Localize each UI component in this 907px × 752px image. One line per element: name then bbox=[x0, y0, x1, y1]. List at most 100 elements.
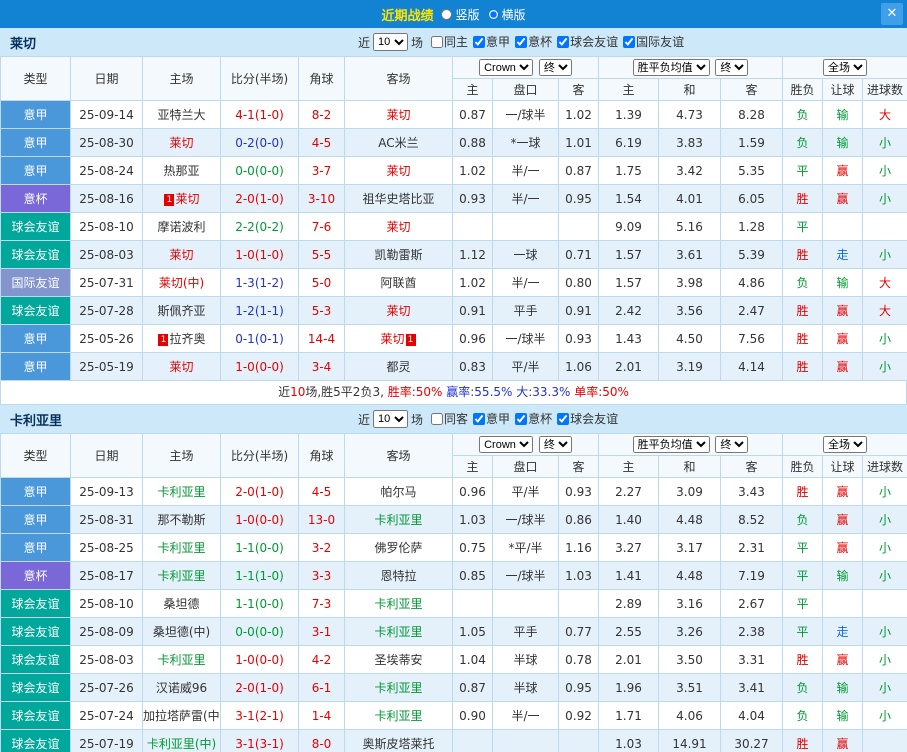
odds-time-select[interactable]: 终 bbox=[538, 59, 572, 76]
match-date: 25-07-24 bbox=[70, 701, 143, 730]
col-goals: 进球数 bbox=[862, 78, 907, 101]
filter-checkbox[interactable]: 球会友谊 bbox=[557, 33, 618, 50]
handicap-away-odds: 0.71 bbox=[557, 240, 600, 269]
odds-draw: 4.01 bbox=[658, 184, 722, 213]
filter-checkbox-input[interactable] bbox=[473, 412, 486, 425]
match-type-badge: 意甲 bbox=[0, 477, 71, 506]
home-team: 斯佩齐亚 bbox=[142, 296, 221, 325]
col-handicap-line: 盘口 bbox=[492, 78, 559, 101]
scope-select[interactable]: 全场 bbox=[823, 59, 868, 76]
odds-home: 2.42 bbox=[598, 296, 660, 325]
match-row: 意甲 25-09-14 亚特兰大 4-1(1-0) 8-2 莱切 0.87 一/球半 1.02 1… bbox=[0, 100, 907, 129]
match-type-badge: 意甲 bbox=[0, 505, 71, 534]
handicap-line: 平/半 bbox=[492, 352, 559, 381]
handicap-line bbox=[492, 212, 559, 241]
filter-checkbox-input[interactable] bbox=[557, 35, 570, 48]
odds-company-select[interactable]: Crown bbox=[479, 59, 534, 76]
odds-away: 5.35 bbox=[720, 156, 784, 185]
match-date: 25-05-26 bbox=[70, 324, 143, 353]
corner-score: 3-2 bbox=[298, 533, 345, 562]
filter-checkbox[interactable]: 意杯 bbox=[515, 410, 552, 427]
match-score: 1-0(0-0) bbox=[220, 505, 299, 534]
wdl-avg-select[interactable]: 胜平负均值 bbox=[632, 436, 710, 453]
away-team: 祖华史塔比亚 bbox=[344, 184, 453, 213]
vertical-layout-option[interactable]: 竖版 bbox=[441, 6, 480, 23]
match-score: 4-1(1-0) bbox=[220, 100, 299, 129]
corner-score: 13-0 bbox=[298, 505, 345, 534]
filter-checkbox-input[interactable] bbox=[623, 35, 636, 48]
corner-score: 3-3 bbox=[298, 561, 345, 590]
home-team: 1 拉齐奥 bbox=[142, 324, 221, 353]
away-team: 圣埃蒂安 bbox=[344, 645, 453, 674]
wdl-time-select[interactable]: 终 bbox=[715, 59, 749, 76]
filter-checkbox[interactable]: 球会友谊 bbox=[557, 410, 618, 427]
result-handicap: 输 bbox=[822, 100, 864, 129]
handicap-group-header: Crown 终 bbox=[451, 56, 600, 79]
col-date: 日期 bbox=[70, 433, 143, 478]
match-row: 意杯 25-08-17 卡利亚里 1-1(1-0) 3-3 恩特拉 0.85 一/球半 1.03… bbox=[0, 561, 907, 590]
filter-checkbox-input[interactable] bbox=[515, 35, 528, 48]
odds-draw: 3.42 bbox=[658, 156, 722, 185]
home-team: 卡利亚里 bbox=[142, 533, 221, 562]
col-wdl: 胜负 bbox=[782, 455, 824, 478]
col-date: 日期 bbox=[70, 56, 143, 101]
away-team: 卡利亚里 bbox=[344, 701, 453, 730]
corner-score: 3-1 bbox=[298, 617, 345, 646]
matches-label: 场 bbox=[411, 35, 424, 50]
filter-checkbox-input[interactable] bbox=[557, 412, 570, 425]
filter-checkbox[interactable]: 意甲 bbox=[473, 410, 510, 427]
corner-score: 7-6 bbox=[298, 212, 345, 241]
filter-checkbox-input[interactable] bbox=[473, 35, 486, 48]
result-wdl: 胜 bbox=[782, 324, 824, 353]
filter-checkbox[interactable]: 同主 bbox=[431, 33, 468, 50]
vertical-radio-input[interactable] bbox=[441, 8, 453, 20]
result-handicap: 赢 bbox=[822, 645, 864, 674]
filter-checkbox[interactable]: 同客 bbox=[431, 410, 468, 427]
away-team: 卡利亚里 bbox=[344, 505, 453, 534]
horizontal-radio-input[interactable] bbox=[487, 8, 499, 20]
match-date: 25-08-17 bbox=[70, 561, 143, 590]
filter-checkbox-input[interactable] bbox=[431, 412, 444, 425]
near-label: 近 bbox=[358, 35, 371, 50]
filter-checkbox[interactable]: 国际友谊 bbox=[623, 33, 684, 50]
result-handicap: 走 bbox=[822, 617, 864, 646]
stats-summary: 近10场,胜5平2负3, 胜率:50% 赢率:55.5% 大:33.3% 单率:… bbox=[0, 381, 907, 405]
filter-checkbox[interactable]: 意甲 bbox=[473, 33, 510, 50]
filter-checkbox-input[interactable] bbox=[431, 35, 444, 48]
close-icon[interactable]: ✕ bbox=[881, 3, 903, 25]
match-type-badge: 球会友谊 bbox=[0, 701, 71, 730]
home-team: 汉诺威96 bbox=[142, 673, 221, 702]
filter-checkbox[interactable]: 意杯 bbox=[515, 33, 552, 50]
wdl-time-select[interactable]: 终 bbox=[715, 436, 749, 453]
match-count-select[interactable]: 10 bbox=[373, 410, 409, 428]
handicap-home-odds: 0.96 bbox=[452, 477, 493, 506]
corner-score: 5-0 bbox=[298, 268, 345, 297]
odds-home: 2.01 bbox=[598, 645, 660, 674]
odds-time-select[interactable]: 终 bbox=[538, 436, 572, 453]
red-card-icon: 1 bbox=[164, 194, 175, 206]
odds-company-select[interactable]: Crown bbox=[479, 436, 534, 453]
handicap-line: 一/球半 bbox=[492, 324, 559, 353]
filter-checkbox-input[interactable] bbox=[515, 412, 528, 425]
odds-away: 3.43 bbox=[720, 477, 784, 506]
scope-select[interactable]: 全场 bbox=[823, 436, 868, 453]
match-score: 1-2(1-1) bbox=[220, 296, 299, 325]
odds-home: 2.89 bbox=[598, 589, 660, 618]
handicap-line bbox=[492, 589, 559, 618]
odds-home: 1.43 bbox=[598, 324, 660, 353]
result-wdl: 胜 bbox=[782, 352, 824, 381]
match-count-select[interactable]: 10 bbox=[373, 33, 409, 51]
handicap-line: 平手 bbox=[492, 296, 559, 325]
handicap-away-odds: 0.93 bbox=[557, 324, 600, 353]
handicap-line bbox=[492, 729, 559, 752]
odds-away: 2.38 bbox=[720, 617, 784, 646]
match-score: 0-2(0-0) bbox=[220, 128, 299, 157]
result-handicap: 输 bbox=[822, 701, 864, 730]
result-goals: 小 bbox=[862, 128, 907, 157]
horizontal-layout-option[interactable]: 横版 bbox=[487, 6, 526, 23]
filter-checkbox-group: 同主 意甲 意杯 球会友谊 国际友谊 bbox=[426, 33, 684, 51]
col-goals: 进球数 bbox=[862, 455, 907, 478]
corner-score: 4-2 bbox=[298, 645, 345, 674]
match-date: 25-08-10 bbox=[70, 589, 143, 618]
wdl-avg-select[interactable]: 胜平负均值 bbox=[632, 59, 710, 76]
